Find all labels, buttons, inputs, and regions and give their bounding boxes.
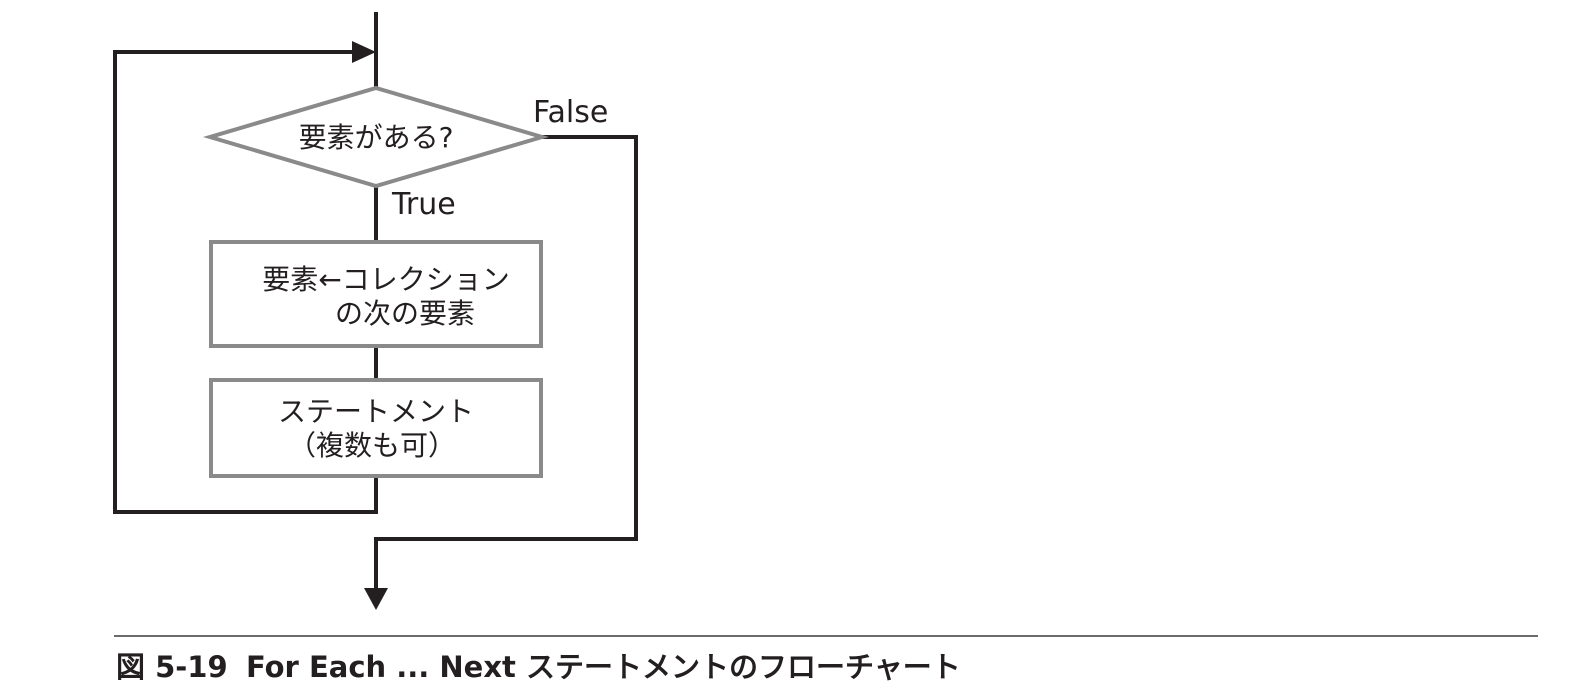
- decision-label: 要素がある?: [299, 121, 454, 154]
- true-label: True: [391, 187, 456, 222]
- loop-back-arrowhead: [352, 41, 376, 63]
- statement-line1: ステートメント: [278, 395, 474, 428]
- flowchart-diagram: 要素がある? False True 要素←コレクション の次の要素 ステートメン…: [113, 12, 1538, 684]
- next-element-line2: の次の要素: [335, 297, 475, 330]
- exit-arrowhead: [364, 588, 388, 610]
- false-label: False: [533, 95, 608, 130]
- next-element-line1: 要素←コレクション: [262, 263, 509, 296]
- statement-line2: （複数も可）: [288, 429, 456, 462]
- figure-title: For Each ... Next ステートメントのフローチャート: [246, 650, 961, 684]
- figure-number: 図 5-19: [116, 650, 228, 684]
